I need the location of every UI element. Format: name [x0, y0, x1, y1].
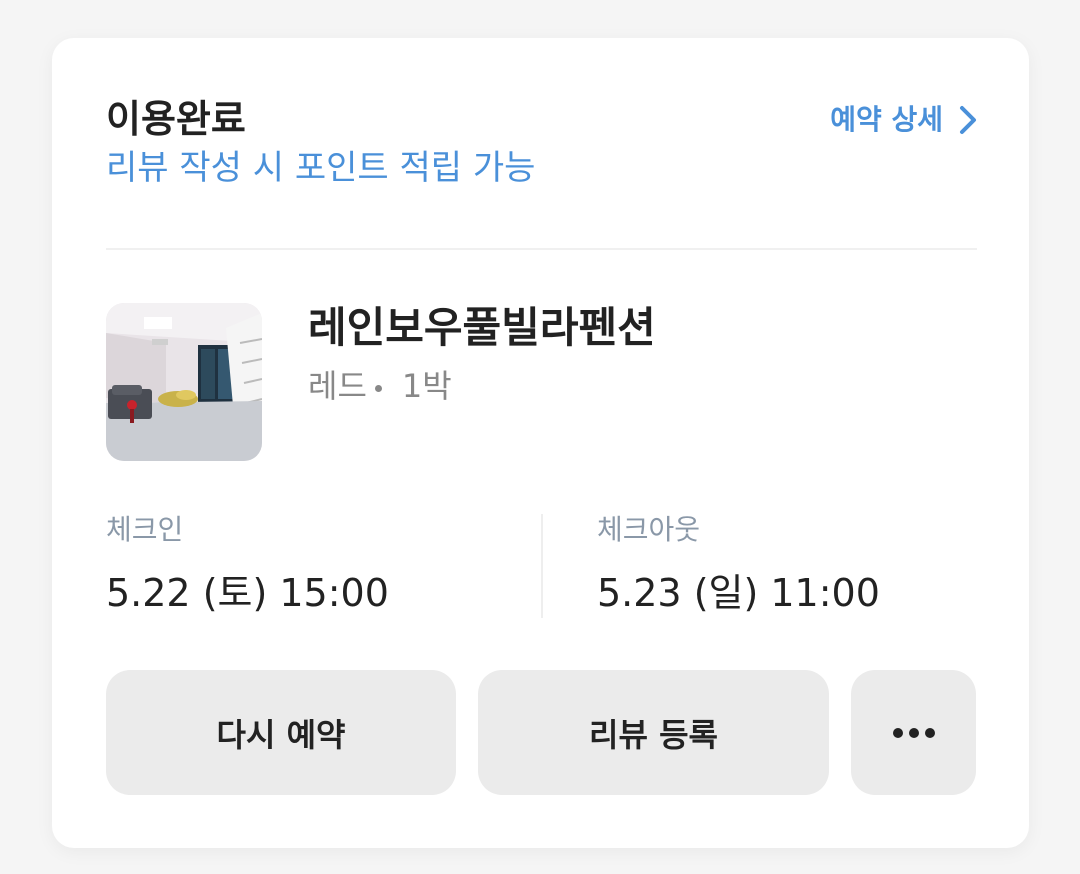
more-options-button[interactable]: [851, 670, 976, 795]
place-room-info: 레드 1박: [308, 364, 452, 408]
room-name: 레드: [308, 367, 367, 405]
checkin-value: 5.22 (토) 15:00: [106, 571, 389, 615]
reservation-card: 이용완료 리뷰 작성 시 포인트 적립 가능 예약 상세 레인보우풀빌라펜션 레…: [52, 38, 1029, 848]
checkout-value: 5.23 (일) 11:00: [597, 571, 880, 615]
write-review-button[interactable]: 리뷰 등록: [478, 670, 829, 795]
checkin-block: 체크인 5.22 (토) 15:00: [106, 510, 389, 618]
place-name[interactable]: 레인보우풀빌라펜션: [308, 300, 656, 356]
status-subtitle: 리뷰 작성 시 포인트 적립 가능: [106, 148, 536, 188]
room-photo-image: [106, 303, 262, 461]
chevron-right-icon: [960, 106, 976, 134]
stay-nights: 1박: [401, 367, 452, 405]
reservation-detail-link[interactable]: 예약 상세: [830, 98, 977, 142]
checkin-checkout-divider: [541, 514, 543, 618]
rebook-button[interactable]: 다시 예약: [106, 670, 456, 795]
place-thumbnail[interactable]: [106, 303, 262, 461]
more-horizontal-icon: [892, 727, 935, 738]
checkin-label: 체크인: [106, 513, 184, 546]
checkout-label: 체크아웃: [597, 513, 701, 546]
status-title: 이용완료: [106, 97, 246, 141]
section-divider: [106, 248, 977, 250]
separator-dot: [374, 384, 382, 392]
checkout-block: 체크아웃 5.23 (일) 11:00: [597, 510, 880, 618]
reservation-detail-label: 예약 상세: [830, 103, 943, 136]
